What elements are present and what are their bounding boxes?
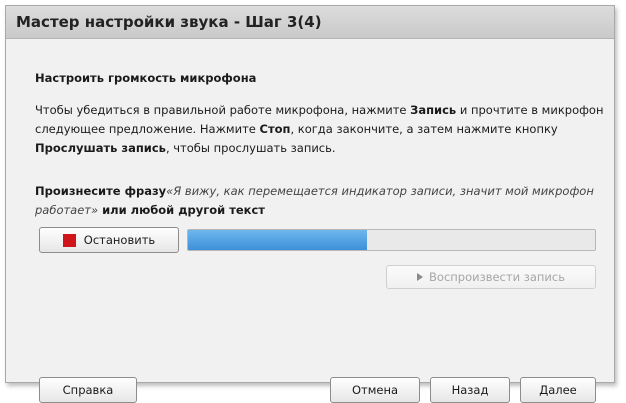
phrase-tail: или любой другой текст bbox=[98, 203, 265, 217]
play-recording-button-label: Воспроизвести запись bbox=[429, 270, 565, 284]
stop-square-icon bbox=[62, 233, 76, 247]
sound-setup-dialog: Мастер настройки звука - Шаг 3(4) Настро… bbox=[5, 5, 615, 403]
instructions-record-label: Запись bbox=[410, 103, 457, 117]
play-icon bbox=[417, 273, 424, 281]
instructions-part-1: Чтобы убедиться в правильной работе микр… bbox=[35, 103, 411, 117]
recording-level-fill bbox=[188, 230, 368, 250]
instructions-text: Чтобы убедиться в правильной работе микр… bbox=[35, 101, 605, 158]
phrase-lead: Произнесите фразу bbox=[35, 184, 167, 198]
instructions-part-4: , чтобы прослушать запись. bbox=[165, 141, 336, 155]
cancel-button[interactable]: Отмена bbox=[330, 377, 420, 403]
instructions-part-3: , когда закончите, а затем нажмите кнопк… bbox=[290, 122, 558, 136]
help-button[interactable]: Справка bbox=[39, 377, 137, 403]
stop-button-label: Остановить bbox=[83, 233, 156, 247]
phrase-text: Произнесите фразу«Я вижу, как перемещает… bbox=[35, 182, 605, 220]
instructions-stop-label: Стоп bbox=[259, 122, 291, 136]
next-button[interactable]: Далее bbox=[520, 377, 596, 403]
stop-button[interactable]: Остановить bbox=[39, 227, 179, 253]
play-recording-button[interactable]: Воспроизвести запись bbox=[386, 265, 596, 289]
recording-level-bar bbox=[187, 229, 596, 251]
window-title: Мастер настройки звука - Шаг 3(4) bbox=[6, 6, 614, 39]
instructions-listen-label: Прослушать запись bbox=[35, 141, 166, 155]
section-title: Настроить громкость микрофона bbox=[35, 71, 257, 85]
back-button[interactable]: Назад bbox=[430, 377, 510, 403]
